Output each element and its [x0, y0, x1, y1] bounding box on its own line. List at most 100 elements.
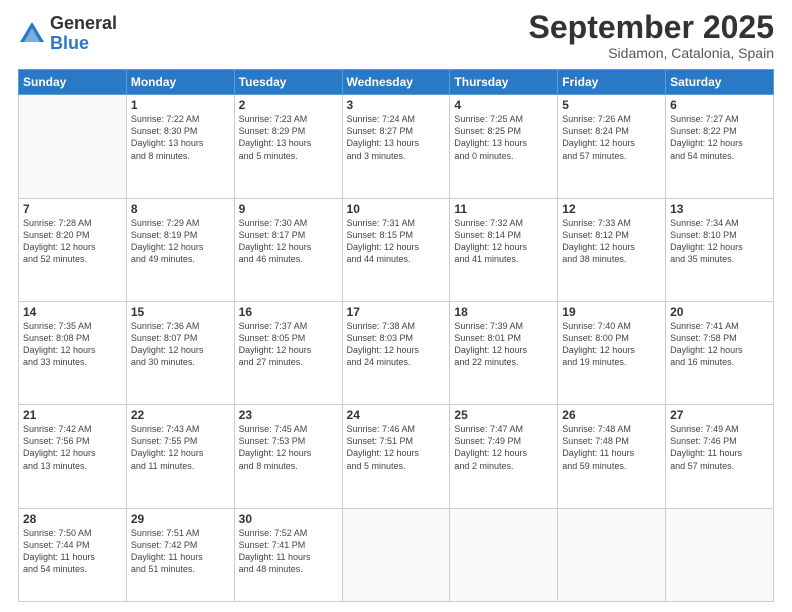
calendar-cell: 13Sunrise: 7:34 AM Sunset: 8:10 PM Dayli… [666, 198, 774, 301]
day-info: Sunrise: 7:48 AM Sunset: 7:48 PM Dayligh… [562, 423, 661, 472]
calendar-cell [19, 95, 127, 198]
day-info: Sunrise: 7:50 AM Sunset: 7:44 PM Dayligh… [23, 527, 122, 576]
calendar-cell: 2Sunrise: 7:23 AM Sunset: 8:29 PM Daylig… [234, 95, 342, 198]
day-info: Sunrise: 7:27 AM Sunset: 8:22 PM Dayligh… [670, 113, 769, 162]
calendar-week-4: 21Sunrise: 7:42 AM Sunset: 7:56 PM Dayli… [19, 405, 774, 508]
calendar-cell: 23Sunrise: 7:45 AM Sunset: 7:53 PM Dayli… [234, 405, 342, 508]
calendar-cell: 27Sunrise: 7:49 AM Sunset: 7:46 PM Dayli… [666, 405, 774, 508]
day-number: 7 [23, 202, 122, 216]
day-info: Sunrise: 7:41 AM Sunset: 7:58 PM Dayligh… [670, 320, 769, 369]
day-info: Sunrise: 7:45 AM Sunset: 7:53 PM Dayligh… [239, 423, 338, 472]
logo-text: General Blue [50, 14, 117, 54]
day-of-week-thursday: Thursday [450, 70, 558, 95]
calendar-week-3: 14Sunrise: 7:35 AM Sunset: 8:08 PM Dayli… [19, 301, 774, 404]
day-number: 18 [454, 305, 553, 319]
day-number: 22 [131, 408, 230, 422]
day-number: 10 [347, 202, 446, 216]
calendar-header-row: SundayMondayTuesdayWednesdayThursdayFrid… [19, 70, 774, 95]
title-block: September 2025 Sidamon, Catalonia, Spain [529, 10, 774, 61]
day-number: 27 [670, 408, 769, 422]
day-number: 9 [239, 202, 338, 216]
day-info: Sunrise: 7:39 AM Sunset: 8:01 PM Dayligh… [454, 320, 553, 369]
calendar-table: SundayMondayTuesdayWednesdayThursdayFrid… [18, 69, 774, 602]
day-info: Sunrise: 7:35 AM Sunset: 8:08 PM Dayligh… [23, 320, 122, 369]
day-number: 23 [239, 408, 338, 422]
day-number: 26 [562, 408, 661, 422]
calendar-cell: 25Sunrise: 7:47 AM Sunset: 7:49 PM Dayli… [450, 405, 558, 508]
day-number: 5 [562, 98, 661, 112]
day-number: 21 [23, 408, 122, 422]
day-number: 3 [347, 98, 446, 112]
day-of-week-wednesday: Wednesday [342, 70, 450, 95]
calendar-cell: 26Sunrise: 7:48 AM Sunset: 7:48 PM Dayli… [558, 405, 666, 508]
calendar-cell: 29Sunrise: 7:51 AM Sunset: 7:42 PM Dayli… [126, 508, 234, 602]
logo-blue: Blue [50, 34, 117, 54]
calendar-cell [666, 508, 774, 602]
day-number: 17 [347, 305, 446, 319]
day-info: Sunrise: 7:31 AM Sunset: 8:15 PM Dayligh… [347, 217, 446, 266]
header: General Blue September 2025 Sidamon, Cat… [18, 10, 774, 61]
day-info: Sunrise: 7:51 AM Sunset: 7:42 PM Dayligh… [131, 527, 230, 576]
calendar-week-2: 7Sunrise: 7:28 AM Sunset: 8:20 PM Daylig… [19, 198, 774, 301]
calendar-cell: 18Sunrise: 7:39 AM Sunset: 8:01 PM Dayli… [450, 301, 558, 404]
day-info: Sunrise: 7:36 AM Sunset: 8:07 PM Dayligh… [131, 320, 230, 369]
day-number: 1 [131, 98, 230, 112]
day-of-week-friday: Friday [558, 70, 666, 95]
day-info: Sunrise: 7:22 AM Sunset: 8:30 PM Dayligh… [131, 113, 230, 162]
page: General Blue September 2025 Sidamon, Cat… [0, 0, 792, 612]
calendar-cell: 21Sunrise: 7:42 AM Sunset: 7:56 PM Dayli… [19, 405, 127, 508]
calendar-cell: 9Sunrise: 7:30 AM Sunset: 8:17 PM Daylig… [234, 198, 342, 301]
calendar-cell: 8Sunrise: 7:29 AM Sunset: 8:19 PM Daylig… [126, 198, 234, 301]
logo-general: General [50, 14, 117, 34]
calendar-cell [558, 508, 666, 602]
day-info: Sunrise: 7:47 AM Sunset: 7:49 PM Dayligh… [454, 423, 553, 472]
day-number: 28 [23, 512, 122, 526]
day-number: 4 [454, 98, 553, 112]
day-info: Sunrise: 7:28 AM Sunset: 8:20 PM Dayligh… [23, 217, 122, 266]
day-number: 25 [454, 408, 553, 422]
day-info: Sunrise: 7:34 AM Sunset: 8:10 PM Dayligh… [670, 217, 769, 266]
day-info: Sunrise: 7:52 AM Sunset: 7:41 PM Dayligh… [239, 527, 338, 576]
day-info: Sunrise: 7:26 AM Sunset: 8:24 PM Dayligh… [562, 113, 661, 162]
day-number: 24 [347, 408, 446, 422]
calendar-cell: 28Sunrise: 7:50 AM Sunset: 7:44 PM Dayli… [19, 508, 127, 602]
logo: General Blue [18, 14, 117, 54]
calendar-cell [342, 508, 450, 602]
calendar-cell: 6Sunrise: 7:27 AM Sunset: 8:22 PM Daylig… [666, 95, 774, 198]
day-info: Sunrise: 7:43 AM Sunset: 7:55 PM Dayligh… [131, 423, 230, 472]
calendar-cell: 4Sunrise: 7:25 AM Sunset: 8:25 PM Daylig… [450, 95, 558, 198]
day-info: Sunrise: 7:29 AM Sunset: 8:19 PM Dayligh… [131, 217, 230, 266]
day-of-week-saturday: Saturday [666, 70, 774, 95]
day-info: Sunrise: 7:32 AM Sunset: 8:14 PM Dayligh… [454, 217, 553, 266]
calendar-cell: 30Sunrise: 7:52 AM Sunset: 7:41 PM Dayli… [234, 508, 342, 602]
month-title: September 2025 [529, 10, 774, 45]
calendar-week-1: 1Sunrise: 7:22 AM Sunset: 8:30 PM Daylig… [19, 95, 774, 198]
day-number: 20 [670, 305, 769, 319]
calendar-cell: 10Sunrise: 7:31 AM Sunset: 8:15 PM Dayli… [342, 198, 450, 301]
day-number: 6 [670, 98, 769, 112]
day-number: 12 [562, 202, 661, 216]
calendar-cell: 1Sunrise: 7:22 AM Sunset: 8:30 PM Daylig… [126, 95, 234, 198]
calendar-cell: 5Sunrise: 7:26 AM Sunset: 8:24 PM Daylig… [558, 95, 666, 198]
calendar-cell: 16Sunrise: 7:37 AM Sunset: 8:05 PM Dayli… [234, 301, 342, 404]
logo-icon [18, 20, 46, 48]
day-number: 8 [131, 202, 230, 216]
day-of-week-monday: Monday [126, 70, 234, 95]
day-info: Sunrise: 7:30 AM Sunset: 8:17 PM Dayligh… [239, 217, 338, 266]
calendar-cell [450, 508, 558, 602]
location: Sidamon, Catalonia, Spain [529, 45, 774, 61]
day-number: 13 [670, 202, 769, 216]
day-info: Sunrise: 7:23 AM Sunset: 8:29 PM Dayligh… [239, 113, 338, 162]
calendar-cell: 7Sunrise: 7:28 AM Sunset: 8:20 PM Daylig… [19, 198, 127, 301]
day-of-week-sunday: Sunday [19, 70, 127, 95]
day-of-week-tuesday: Tuesday [234, 70, 342, 95]
calendar-cell: 20Sunrise: 7:41 AM Sunset: 7:58 PM Dayli… [666, 301, 774, 404]
day-number: 30 [239, 512, 338, 526]
calendar-cell: 11Sunrise: 7:32 AM Sunset: 8:14 PM Dayli… [450, 198, 558, 301]
day-info: Sunrise: 7:33 AM Sunset: 8:12 PM Dayligh… [562, 217, 661, 266]
day-number: 11 [454, 202, 553, 216]
day-info: Sunrise: 7:46 AM Sunset: 7:51 PM Dayligh… [347, 423, 446, 472]
day-number: 16 [239, 305, 338, 319]
day-info: Sunrise: 7:40 AM Sunset: 8:00 PM Dayligh… [562, 320, 661, 369]
calendar-cell: 12Sunrise: 7:33 AM Sunset: 8:12 PM Dayli… [558, 198, 666, 301]
